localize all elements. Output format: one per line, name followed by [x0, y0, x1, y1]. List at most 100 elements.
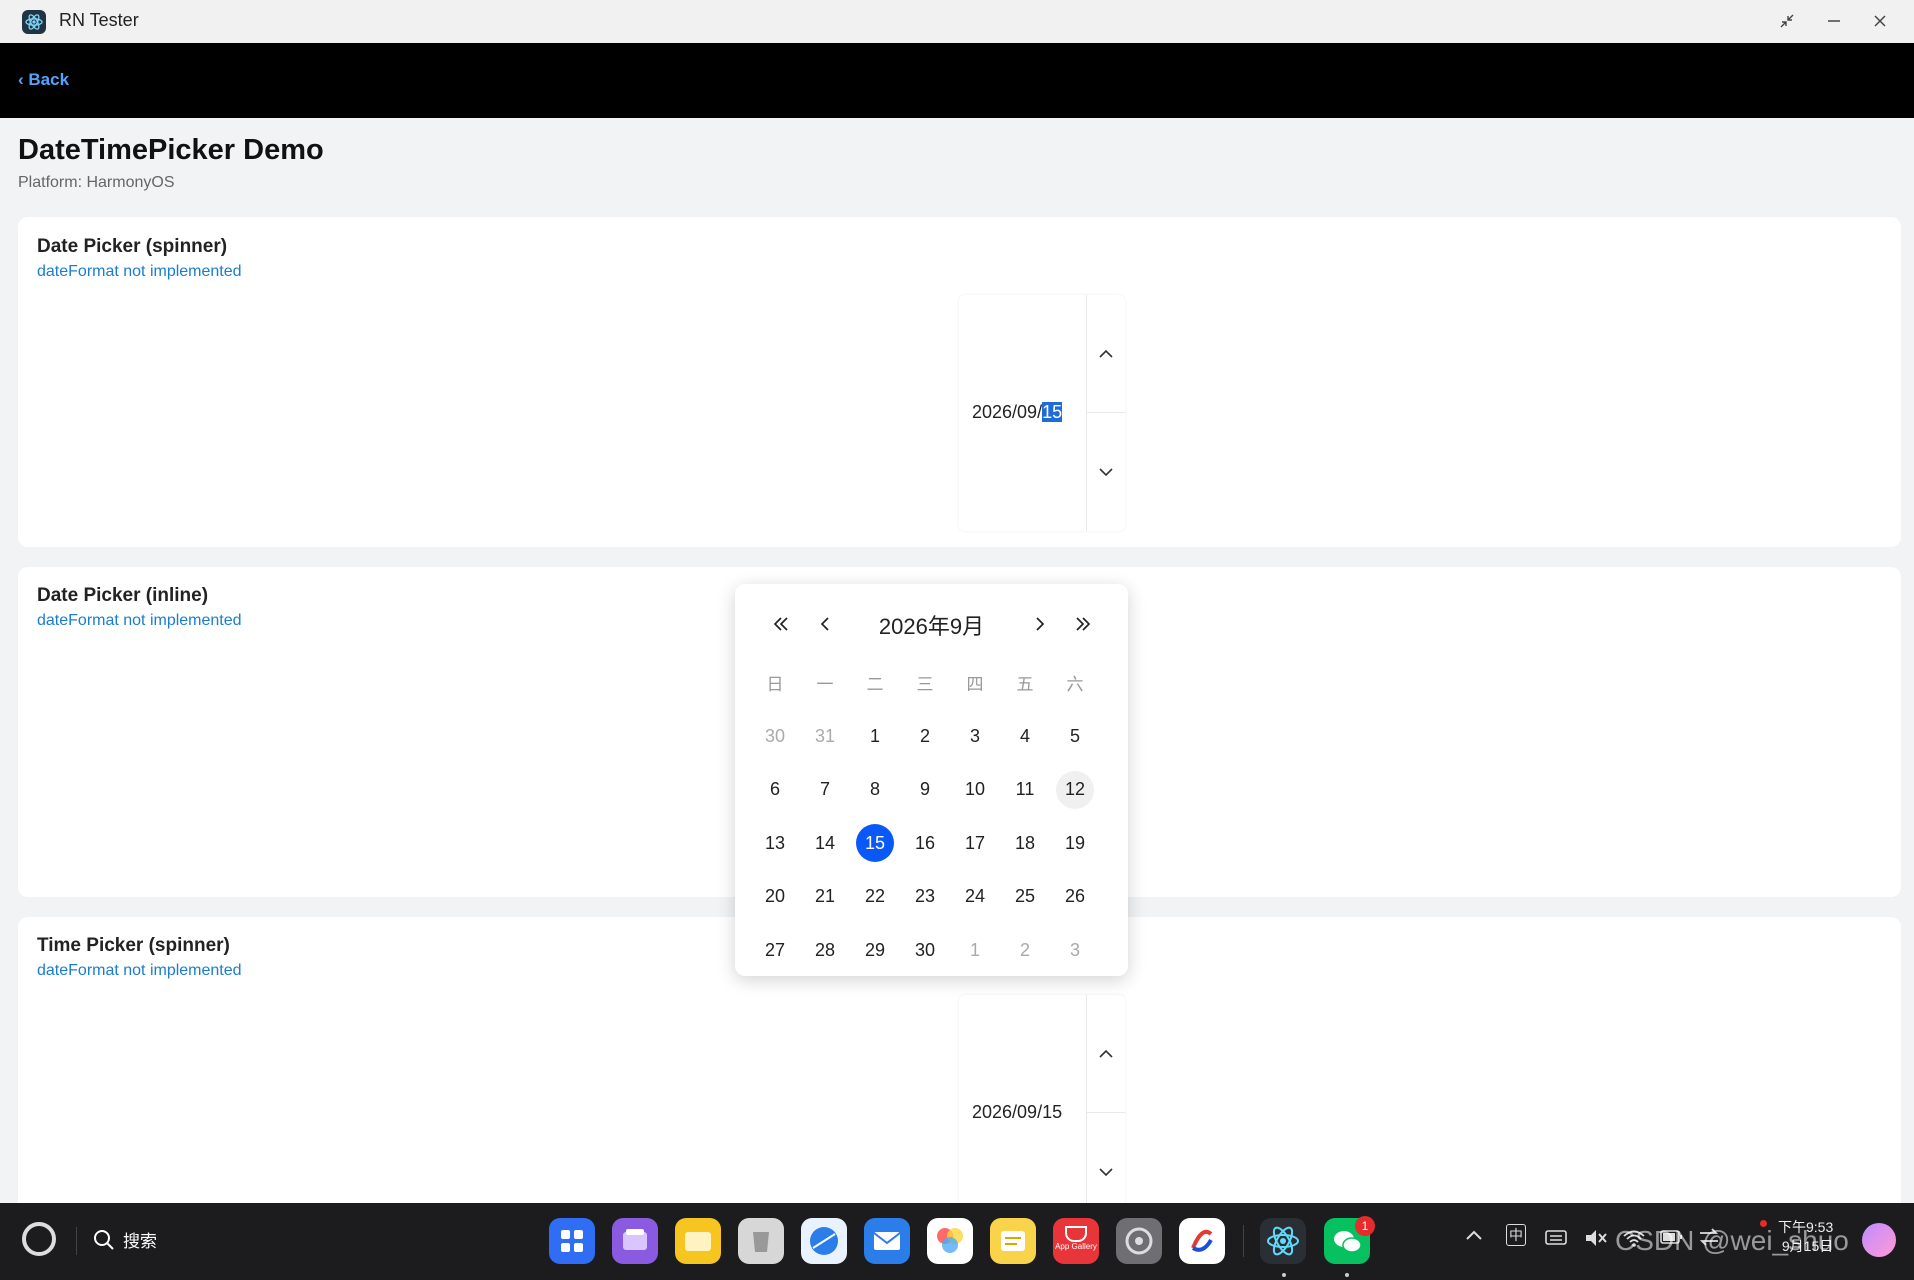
calendar-day[interactable]: 11	[1000, 770, 1050, 810]
section-title: Date Picker (spinner)	[37, 236, 228, 257]
section-note: dateFormat not implemented	[37, 612, 242, 629]
day-number: 21	[814, 886, 836, 906]
navigation-bar: ‹ Back	[0, 43, 1914, 118]
calendar-day[interactable]: 14	[800, 823, 850, 863]
keyboard-icon[interactable]	[1545, 1228, 1567, 1251]
page-title: DateTimePicker Demo	[18, 134, 324, 166]
calendar-day[interactable]: 29	[850, 930, 900, 970]
calendar-day[interactable]: 1	[950, 930, 1000, 970]
taskbar: 搜索 App Gallery 1 中 下午9:53 9月15日 CSDN @we…	[0, 1203, 1914, 1280]
folder-icon[interactable]	[675, 1218, 721, 1264]
next-year-double-chevron-icon[interactable]	[1067, 608, 1099, 640]
calendar-day[interactable]: 21	[800, 877, 850, 917]
calendar-day[interactable]: 3	[950, 716, 1000, 756]
mail-icon[interactable]	[864, 1218, 910, 1264]
start-button[interactable]	[22, 1222, 56, 1256]
calendar-day[interactable]: 6	[750, 770, 800, 810]
date-spinner[interactable]: 2026/09/15	[959, 295, 1125, 531]
settings-icon[interactable]	[1116, 1218, 1162, 1264]
calendar-day-selected[interactable]: 15	[850, 823, 900, 863]
day-number: 10	[964, 779, 986, 799]
weekday-header: 四	[966, 674, 984, 694]
app-gallery-label: App Gallery	[1055, 1242, 1097, 1251]
day-number: 9	[919, 779, 930, 799]
increment-chevron-up-icon[interactable]	[1087, 295, 1125, 413]
calendar-day[interactable]: 9	[900, 770, 950, 810]
calendar-day[interactable]: 25	[1000, 877, 1050, 917]
calendar-day[interactable]: 19	[1050, 823, 1100, 863]
calendar-day[interactable]: 18	[1000, 823, 1050, 863]
spinner-value[interactable]: 2026/09/15	[972, 1102, 1062, 1123]
calendar-day[interactable]: 17	[950, 823, 1000, 863]
calendar-day[interactable]: 30	[750, 716, 800, 756]
section-title: Date Picker (inline)	[37, 585, 209, 606]
dev-tools-icon[interactable]	[1179, 1218, 1225, 1264]
calendar-day[interactable]: 7	[800, 770, 850, 810]
next-month-chevron-icon[interactable]	[1024, 608, 1056, 640]
calendar-day[interactable]: 3	[1050, 930, 1100, 970]
calendar-day[interactable]: 10	[950, 770, 1000, 810]
app-gallery-icon[interactable]: App Gallery	[1053, 1218, 1099, 1264]
section-note: dateFormat not implemented	[37, 263, 242, 280]
day-number: 2	[1019, 939, 1030, 960]
notification-center-avatar[interactable]	[1862, 1223, 1896, 1257]
photos-icon[interactable]	[927, 1218, 973, 1264]
notes-icon[interactable]	[990, 1218, 1036, 1264]
calendar-day[interactable]: 4	[1000, 716, 1050, 756]
day-number: 8	[869, 779, 880, 799]
day-number: 16	[914, 832, 936, 853]
app-grid-icon[interactable]	[549, 1218, 595, 1264]
taskbar-search[interactable]: 搜索	[93, 1227, 157, 1252]
calendar-day[interactable]: 22	[850, 877, 900, 917]
day-number: 3	[1069, 939, 1080, 960]
calendar-day[interactable]: 2	[900, 716, 950, 756]
increment-chevron-up-icon[interactable]	[1087, 995, 1125, 1113]
calendar-day[interactable]: 31	[800, 716, 850, 756]
calendar-day[interactable]: 12	[1050, 770, 1100, 810]
weekday-header: 六	[1066, 674, 1084, 694]
day-number: 23	[914, 886, 936, 906]
day-number: 2	[919, 725, 930, 746]
day-number: 5	[1069, 725, 1080, 746]
calendar-day[interactable]: 16	[900, 823, 950, 863]
calendar-day[interactable]: 26	[1050, 877, 1100, 917]
tray-expand-chevron-up-icon[interactable]	[1465, 1228, 1483, 1246]
spinner-value[interactable]: 2026/09/15	[972, 402, 1063, 423]
day-number: 25	[1014, 886, 1036, 906]
day-number: 28	[814, 939, 836, 960]
calendar-day[interactable]: 1	[850, 716, 900, 756]
calendar-day[interactable]: 30	[900, 930, 950, 970]
divider	[1243, 1225, 1244, 1257]
calendar-day[interactable]: 5	[1050, 716, 1100, 756]
back-button[interactable]: ‹ Back	[18, 70, 69, 90]
browser-icon[interactable]	[801, 1218, 847, 1264]
minimize-icon[interactable]	[1820, 8, 1848, 34]
calendar-day[interactable]: 13	[750, 823, 800, 863]
window-titlebar: RN Tester	[0, 0, 1914, 44]
calendar-day[interactable]: 20	[750, 877, 800, 917]
time-spinner[interactable]: 2026/09/15	[959, 995, 1125, 1231]
running-indicator	[1345, 1273, 1349, 1277]
rn-tester-dock-icon[interactable]	[1260, 1218, 1306, 1264]
input-method-indicator[interactable]: 中	[1506, 1224, 1526, 1246]
selected-segment[interactable]: 15	[1042, 402, 1063, 422]
calendar-day[interactable]: 8	[850, 770, 900, 810]
restore-icon[interactable]	[1773, 8, 1801, 34]
decrement-chevron-down-icon[interactable]	[1087, 413, 1125, 530]
calendar-day[interactable]: 23	[900, 877, 950, 917]
weekday-header: 一	[816, 674, 834, 694]
calendar-day[interactable]: 2	[1000, 930, 1050, 970]
calendar-day[interactable]: 28	[800, 930, 850, 970]
calendar-day[interactable]: 27	[750, 930, 800, 970]
day-number: 31	[814, 725, 836, 746]
volume-muted-icon[interactable]	[1584, 1228, 1608, 1253]
close-icon[interactable]	[1866, 8, 1894, 34]
date-picker-spinner-card: Date Picker (spinner) dateFormat not imp…	[18, 217, 1901, 547]
files-icon[interactable]	[612, 1218, 658, 1264]
calendar-day[interactable]: 24	[950, 877, 1000, 917]
day-number: 19	[1064, 832, 1086, 853]
day-number: 1	[969, 939, 980, 960]
trash-icon[interactable]	[738, 1218, 784, 1264]
weekday-header: 五	[1016, 674, 1034, 694]
spinner-buttons	[1086, 295, 1125, 531]
